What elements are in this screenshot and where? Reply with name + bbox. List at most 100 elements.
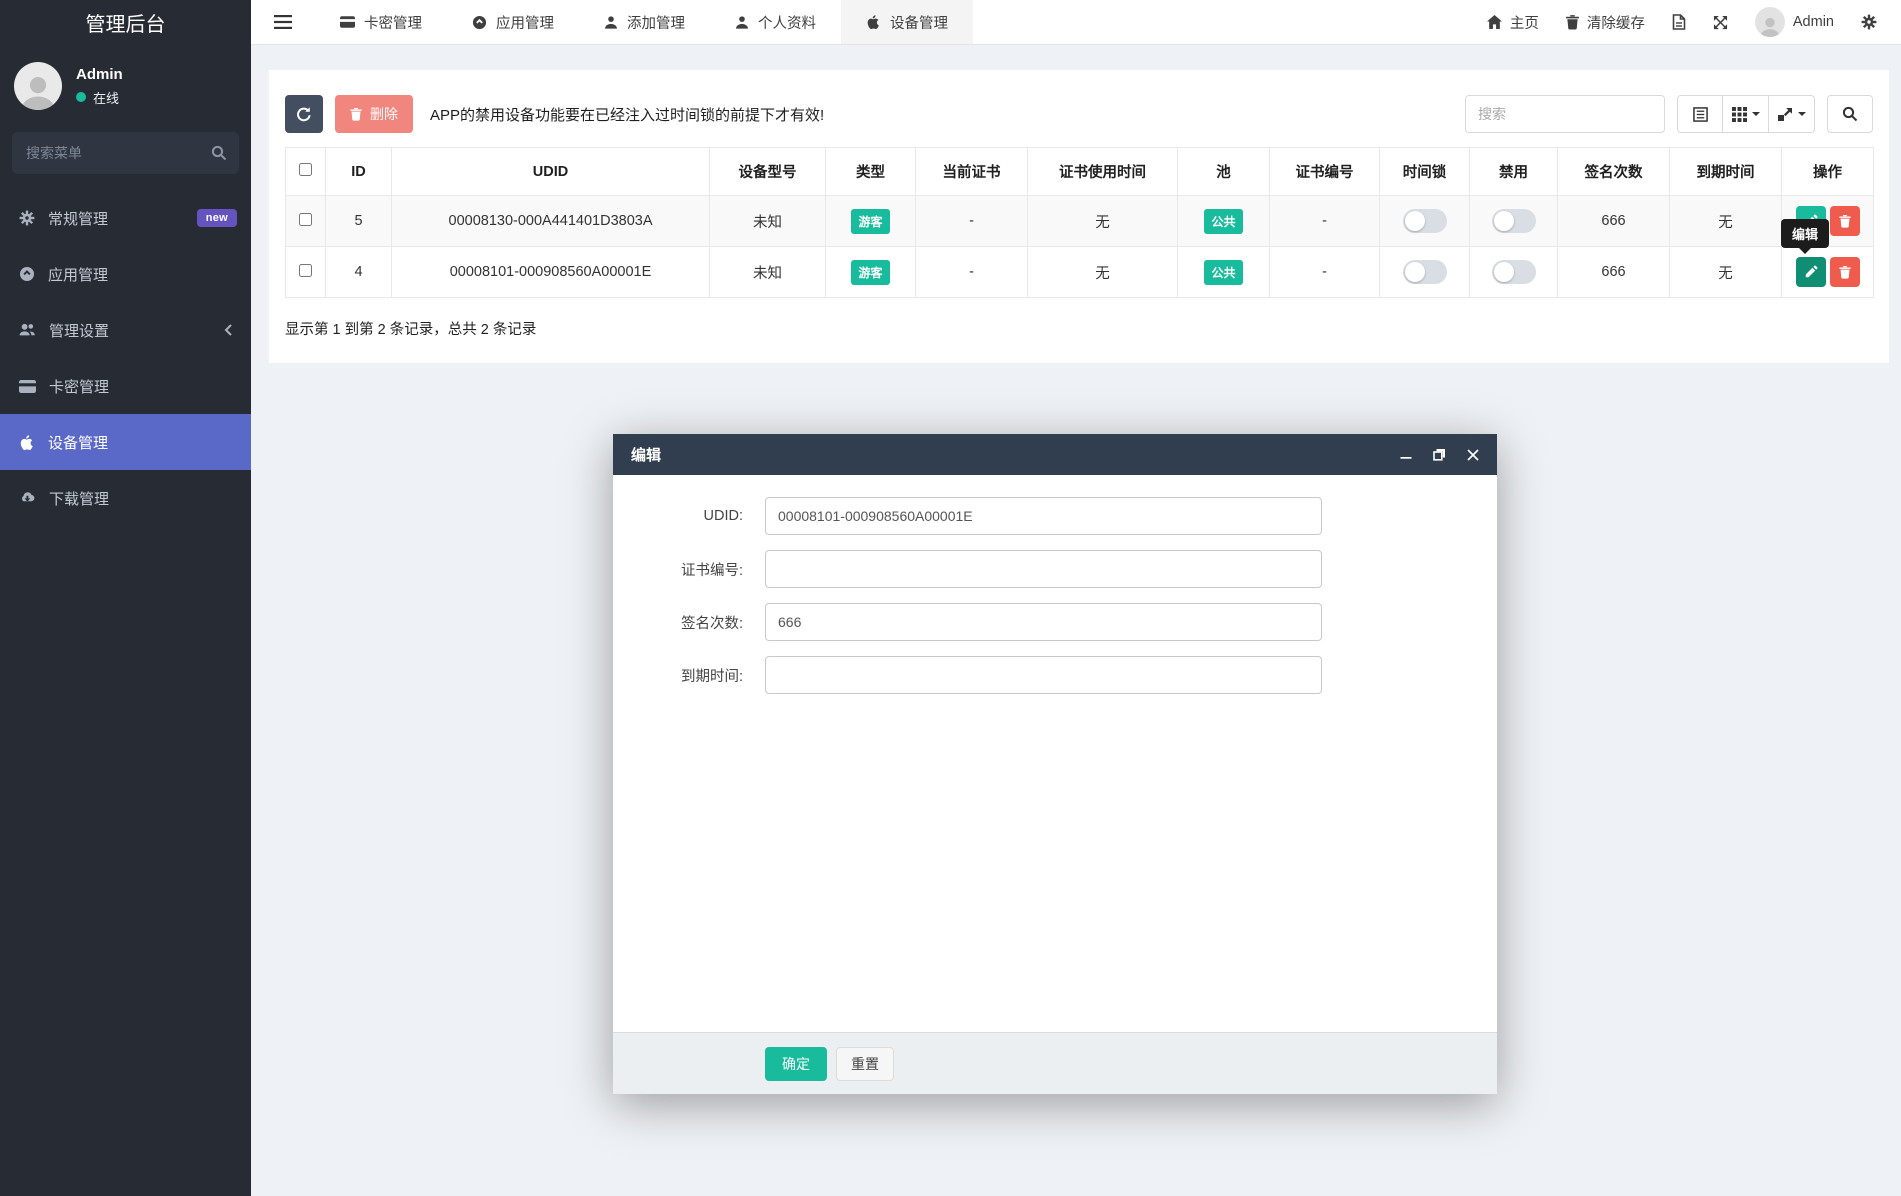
navbar-user-label: Admin: [1792, 14, 1834, 30]
tab-devices[interactable]: 设备管理: [841, 0, 973, 44]
cell-model: 未知: [709, 246, 826, 298]
sidebar-item-downloads[interactable]: 下载管理: [0, 470, 251, 526]
pencil-icon: [1805, 265, 1817, 278]
timelock-toggle[interactable]: [1402, 209, 1447, 233]
export-button[interactable]: [1769, 95, 1815, 133]
sidebar-search-input[interactable]: [12, 132, 239, 174]
export-icon: [1778, 107, 1792, 121]
cert-no-field[interactable]: [765, 550, 1322, 588]
disabled-toggle[interactable]: [1491, 209, 1536, 233]
trash-icon: [350, 107, 362, 121]
home-icon: [1486, 15, 1502, 29]
language-file-button[interactable]: [1672, 14, 1686, 30]
header-select-all: [285, 147, 326, 196]
search-icon: [1842, 106, 1858, 122]
header-cert: 当前证书: [915, 147, 1028, 196]
clear-cache-label: 清除缓存: [1586, 15, 1645, 32]
row-checkbox[interactable]: [299, 212, 312, 226]
home-label: 主页: [1509, 15, 1539, 32]
udid-field[interactable]: [765, 497, 1322, 535]
type-badge: 游客: [851, 208, 890, 234]
table-header-row: ID UDID 设备型号 类型 当前证书 证书使用时间 池 证书编号 时间锁 禁…: [285, 147, 1874, 196]
search-submit-button[interactable]: [1827, 95, 1873, 133]
pool-badge: 公共: [1204, 208, 1243, 234]
sign-count-field[interactable]: [765, 603, 1322, 641]
reset-button[interactable]: 重置: [836, 1046, 894, 1081]
grid-icon: [1731, 106, 1747, 122]
clear-cache-link[interactable]: 清除缓存: [1565, 12, 1645, 33]
cert-no-label: 证书编号:: [680, 562, 743, 579]
tab-label: 添加管理: [627, 15, 685, 32]
cloud-download-icon: [22, 492, 35, 502]
disabled-toggle[interactable]: [1491, 260, 1536, 284]
sidebar-item-admin-settings[interactable]: 管理设置: [0, 302, 251, 358]
home-link[interactable]: 主页: [1486, 12, 1539, 33]
circle-arrow-icon: [20, 267, 34, 281]
delete-row-button[interactable]: [1829, 257, 1860, 287]
cell-id: 5: [325, 195, 392, 247]
modal-header[interactable]: 编辑: [613, 434, 1497, 475]
form-row-cert-no: 证书编号:: [613, 550, 1497, 588]
tab-label: 个人资料: [758, 15, 816, 32]
edit-row-button[interactable]: [1795, 257, 1826, 287]
timelock-toggle[interactable]: [1402, 260, 1447, 284]
header-cert-no: 证书编号: [1269, 147, 1380, 196]
cell-cert-time: 无: [1027, 246, 1178, 298]
header-udid: UDID: [391, 147, 710, 196]
sidebar-item-apps[interactable]: 应用管理: [0, 246, 251, 302]
delete-row-button[interactable]: [1829, 206, 1860, 236]
user-icon: [736, 16, 748, 29]
cell-cert-no: -: [1269, 195, 1380, 247]
sidebar-item-cards[interactable]: 卡密管理: [0, 358, 251, 414]
sidebar: 管理后台 Admin 在线 常规管理 new 应用管理 管理设置: [0, 0, 251, 1196]
tab-add-admin[interactable]: 添加管理: [579, 0, 710, 44]
header-expire: 到期时间: [1669, 147, 1782, 196]
settings-button[interactable]: [1861, 14, 1877, 30]
chevron-left-icon: [224, 324, 232, 336]
sidebar-item-general[interactable]: 常规管理 new: [0, 190, 251, 246]
new-badge: new: [196, 209, 237, 227]
user-status: 在线: [76, 88, 123, 107]
confirm-button[interactable]: 确定: [765, 1046, 827, 1081]
tab-apps[interactable]: 应用管理: [447, 0, 579, 44]
form-row-expire: 到期时间:: [613, 656, 1497, 694]
delete-button[interactable]: 删除: [335, 95, 413, 133]
tab-label: 卡密管理: [364, 15, 422, 32]
table-search-input[interactable]: [1465, 95, 1665, 133]
cell-udid: 00008130-000A441401D3803A: [391, 195, 710, 247]
refresh-button[interactable]: [285, 95, 323, 133]
header-cert-time: 证书使用时间: [1027, 147, 1178, 196]
tab-profile[interactable]: 个人资料: [710, 0, 841, 44]
fullscreen-button[interactable]: [1713, 15, 1728, 30]
type-badge: 游客: [851, 259, 890, 285]
record-summary: 显示第 1 到第 2 条记录，总共 2 条记录: [285, 322, 537, 338]
header-disabled: 禁用: [1469, 147, 1558, 196]
select-all-checkbox[interactable]: [299, 163, 312, 176]
avatar: [1754, 7, 1785, 37]
close-button[interactable]: [1467, 448, 1479, 461]
caret-down-icon: [1798, 112, 1806, 120]
cell-sign-count: 666: [1557, 246, 1670, 298]
minimize-button[interactable]: [1400, 449, 1412, 461]
menu-toggle-button[interactable]: [251, 15, 315, 29]
maximize-button[interactable]: [1433, 448, 1446, 461]
sidebar-item-label: 下载管理: [49, 490, 110, 508]
gear-icon: [1861, 14, 1877, 30]
row-checkbox[interactable]: [299, 263, 312, 277]
person-icon: [21, 77, 55, 110]
form-row-udid: UDID:: [613, 497, 1497, 535]
tab-cards[interactable]: 卡密管理: [315, 0, 447, 44]
table-search: [1465, 95, 1665, 133]
tab-label: 应用管理: [496, 15, 554, 32]
header-id: ID: [325, 147, 392, 196]
devices-panel: 删除 APP的禁用设备功能要在已经注入过时间锁的前提下才有效! 搜索 ID UD…: [269, 70, 1889, 363]
nav-tabs: 卡密管理 应用管理 添加管理 个人资料 设备管理: [315, 0, 973, 44]
sidebar-item-devices[interactable]: 设备管理: [0, 414, 251, 470]
toggle-view-button[interactable]: [1677, 95, 1723, 133]
close-icon: [1467, 448, 1479, 461]
columns-button[interactable]: [1723, 95, 1769, 133]
user-menu[interactable]: Admin: [1754, 7, 1834, 37]
header-model: 设备型号: [709, 147, 826, 196]
expire-field[interactable]: [765, 656, 1322, 694]
maximize-icon: [1433, 449, 1445, 461]
